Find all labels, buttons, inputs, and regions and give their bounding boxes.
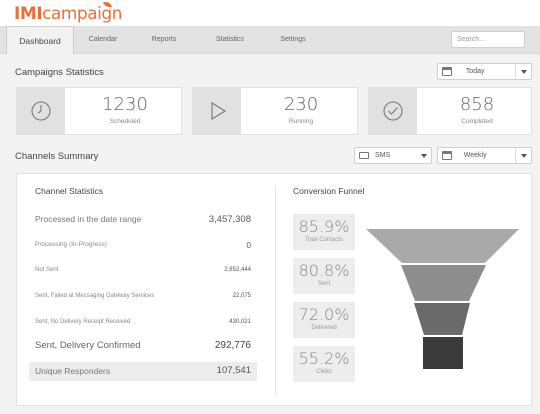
channel-stats-title: Channel Statistics [35,186,104,196]
campaigns-stats-title: Campaigns Statistics [15,67,104,78]
chevron-down-icon [421,154,427,158]
funnel-stage-clicks [423,337,463,369]
completed-label: Completed [461,118,493,125]
funnel-title: Conversion Funnel [293,186,365,196]
funnel-stat: 72.0% Delivered [293,302,355,338]
funnel-stat: 55.2% Clicks [293,346,355,382]
clock-icon [31,101,51,121]
funnel-stage-sent [401,265,486,301]
channels-summary-title: Channels Summary [15,151,99,162]
funnel-stage-delivered [414,303,470,335]
scheduled-label: Scheduled [109,118,141,125]
tab-statistics[interactable]: Statistics [204,26,256,54]
play-icon [211,102,227,120]
completed-card: 858 Completed [368,87,532,135]
app-header: IMIcampaign [0,0,540,26]
sms-icon [359,152,369,159]
period-select[interactable]: Weekly [437,147,532,164]
app-logo[interactable]: IMIcampaign [14,4,122,24]
tab-dashboard[interactable]: Dashboard [6,26,74,54]
completed-count: 858 [459,94,495,115]
tab-reports[interactable]: Reports [140,26,188,54]
running-count: 230 [283,94,319,115]
stat-row: Not Sent 2,652,444 [35,267,251,273]
conversion-funnel [366,229,519,369]
funnel-stat: 85.9% Total Contacts [293,214,355,250]
scheduled-count: 1230 [102,94,148,115]
search-input[interactable]: Search... [451,31,525,48]
channels-panel: Channel Statistics Processed in the date… [16,173,532,406]
main-nav: Dashboard Calendar Reports Statistics Se… [0,26,540,54]
funnel-stat: 80.8% Sent [293,258,355,294]
check-circle-icon [383,101,403,121]
logo-bold-text: IMI [14,4,43,24]
date-range-select[interactable]: Today [437,63,532,80]
tab-calendar[interactable]: Calendar [78,26,128,54]
funnel-stage-total [366,229,519,263]
running-card: 230 Running [192,87,358,135]
stat-row-highlighted: Unique Responders 107,541 [29,362,257,381]
running-label: Running [288,118,314,125]
channel-select[interactable]: SMS [354,147,432,164]
stat-row: Processed in the date range 3,457,308 [35,214,251,225]
stat-row: Sent, Failed at Messaging Gateway Servic… [35,293,251,299]
tab-settings[interactable]: Settings [270,26,316,54]
stat-row: Sent, Delivery Confirmed 292,776 [35,340,251,351]
chevron-down-icon [521,70,527,74]
scheduled-card: 1230 Scheduled [16,87,182,135]
stat-row: Sent, No Delivery Receipt Received 430,0… [35,319,251,325]
chevron-down-icon [521,154,527,158]
stat-row: Processing (In-Progress) 0 [35,241,251,250]
